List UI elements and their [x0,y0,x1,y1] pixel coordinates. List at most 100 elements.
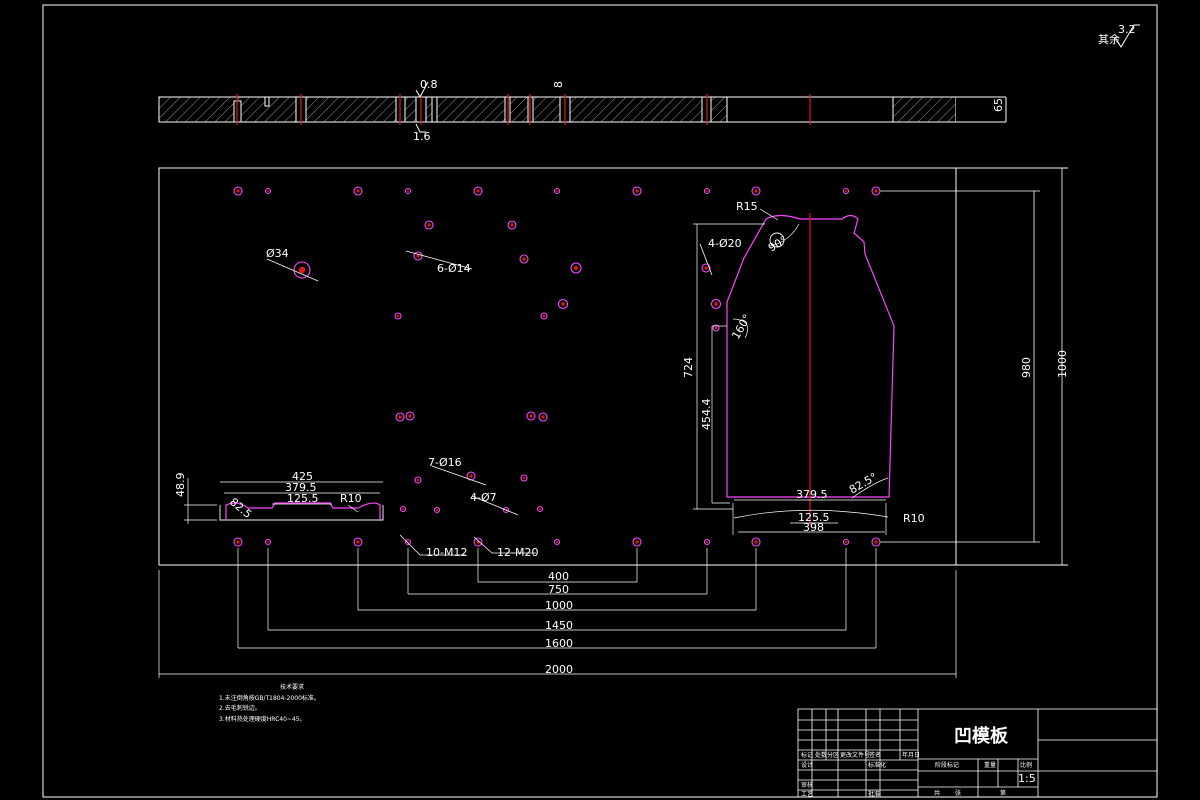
hole-center-mark [267,190,269,192]
hole-center-mark [754,540,758,544]
title-block: 凹模板 1:5 标记 处数 分区 更改文件号 签名 年月日 设计 标准化 审核 … [797,708,1158,798]
dim-1450: 1450 [545,619,573,632]
tb-label-approve: 批准 [868,790,880,798]
tb-label-review: 审核 [801,781,813,789]
hole-center-mark [635,540,639,544]
notes-heading: 技术要求 [280,683,304,691]
callout-12-m20: 12-M20 [497,546,538,559]
tb-label-date: 年月日 [902,751,920,759]
left-dim-48-9: 48.9 [174,473,187,498]
right-dim-724: 724 [682,357,695,378]
section-view: 0.8 1.6 8 65 [158,78,1007,143]
hole-center-mark [356,540,360,544]
roughness-value-label: 3.2 [1118,23,1136,36]
tb-label-sign: 签名 [869,751,881,759]
note-1: 1.未注倒角按GB/T1804-2000标准。 [219,694,320,702]
tb-label-standard: 标准化 [868,761,886,769]
drawing-title: 凹模板 [954,725,1009,747]
note-3: 3.材料热处理硬度HRC40~45。 [219,715,306,723]
hole-center-mark [542,314,546,318]
hole-center-mark [635,189,639,193]
callout-6-d14: 6-Ø14 [437,262,471,275]
hole-center-mark [556,541,558,543]
hole-center-mark [529,414,533,418]
callout-4-d20: 4-Ø20 [708,237,742,250]
left-dim-r10: R10 [340,492,362,505]
callout-d34: Ø34 [266,247,289,260]
tb-label-weight: 重量 [984,761,996,769]
left-dim-125-5: 125.5 [287,492,319,505]
dim-750: 750 [548,583,569,596]
tb-label-total: 共 [934,789,940,797]
drawing-frame [42,4,1158,798]
hole-center-mark [522,476,526,480]
hole-center-mark [541,415,545,419]
right-dim-r10: R10 [903,512,925,525]
right-profile: R15 90° 160° 724 454.4 379.5 125.5 398 8… [682,200,925,535]
hole-center-mark [267,541,269,543]
hole-center-mark [356,189,360,193]
left-profile: 425 379.5 125.5 R10 82.5 48.9 [174,470,384,524]
callout-7-d16: 7-Ø16 [428,456,462,469]
dim-1000: 1000 [545,599,573,612]
hole-center-mark [402,508,404,510]
cad-drawing-canvas: 其余 3.2 0.8 1.6 8 65 980 1000 Ø34 6-Ø14 4… [42,4,1158,798]
hole-center-mark [469,474,473,478]
drawing-scale: 1:5 [1018,772,1036,785]
hole-center-mark [754,189,758,193]
hole-center-mark [476,189,480,193]
right-dim-angle-82-5: 82.5° [847,470,879,496]
surface-roughness-mark: 其余 3.2 [1098,23,1140,48]
hole-center-mark [396,314,400,318]
hole-center-mark [236,540,240,544]
hole-center-mark [236,189,240,193]
right-dim-angle-90: 90° [766,234,789,255]
plate-outline [158,167,957,566]
hole-center-mark [522,257,526,261]
plan-view: 980 1000 Ø34 6-Ø14 4-Ø20 7-Ø16 4-Ø7 10-M… [158,167,1069,678]
hole-center-mark [408,414,412,418]
technical-notes: 技术要求 1.未注倒角按GB/T1804-2000标准。 2.去毛刺锐边。 3.… [219,683,320,723]
dim-400: 400 [548,570,569,583]
hole-center-mark [574,266,578,270]
tb-label-scale: 比例 [1020,761,1032,769]
right-dim-398: 398 [803,521,824,534]
callout-10-m12: 10-M12 [426,546,467,559]
section-roughness-top: 0.8 [420,78,438,91]
tb-label-no: 第 [1000,789,1006,797]
tb-label-count: 处数 [815,751,827,759]
hole-center-mark [874,540,878,544]
dim-plate-980: 980 [1020,357,1033,378]
hole-center-mark [556,190,558,192]
hole-center-mark [427,223,431,227]
dim-plate-1000: 1000 [1056,350,1069,378]
tb-label-change-doc: 更改文件号 [840,751,870,759]
tb-label-stage: 阶段标记 [935,761,959,769]
hole-center-mark [539,508,541,510]
hole-center-mark [398,415,402,419]
note-2: 2.去毛刺锐边。 [219,704,261,712]
section-mark-8: 8 [552,81,565,88]
tb-label-process: 工艺 [801,790,813,798]
hole-center-mark [874,189,878,193]
left-dim-angle: 82.5 [227,495,254,521]
hole-center-mark [298,266,306,274]
hole-center-mark [714,326,718,330]
right-dim-379-5: 379.5 [796,488,828,501]
hole-center-mark [704,266,708,270]
dim-2000: 2000 [545,663,573,676]
tb-label-sheet: 张 [955,789,961,797]
hole-center-mark [436,509,438,511]
bottom-dimension-lines [158,548,957,678]
dim-1600: 1600 [545,637,573,650]
tb-label-design: 设计 [801,761,813,769]
right-dim-angle-160: 160° [729,312,754,341]
hole-center-mark [510,223,514,227]
hole-center-mark [407,190,409,192]
hole-center-mark [845,190,847,192]
hole-center-mark [706,541,708,543]
tb-label-mark: 标记 [801,751,813,759]
hole-center-mark [561,302,565,306]
tb-label-zone: 分区 [827,751,839,759]
right-dim-454-4: 454.4 [700,399,713,431]
